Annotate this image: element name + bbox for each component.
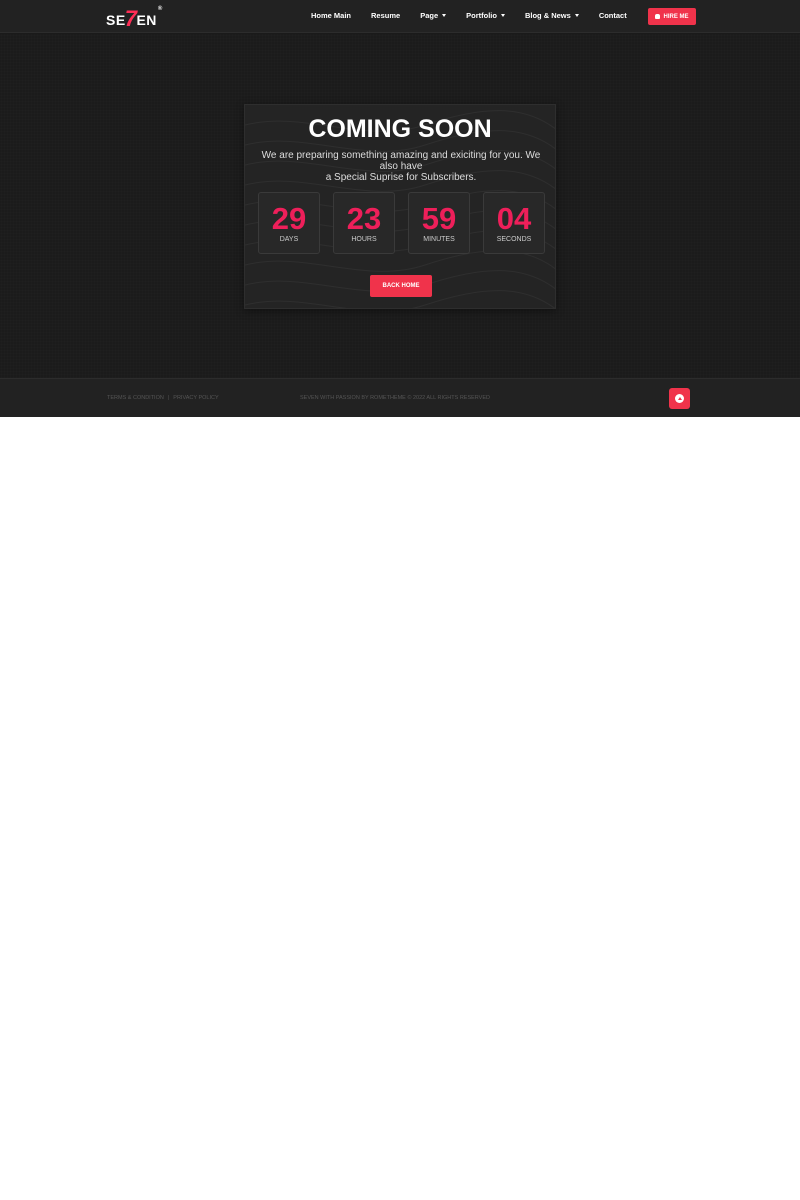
caret-down-icon (442, 14, 447, 17)
logo-text-right: EN (136, 12, 157, 28)
arrow-up-icon (677, 397, 682, 400)
subtitle-line-2: a Special Suprise for Subscribers. (325, 172, 477, 183)
countdown-timer: 29 DAYS 23 HOURS 59 MINUTES 04 SECONDS (258, 192, 545, 254)
scroll-to-top-button[interactable] (669, 388, 690, 409)
nav-item-blog-news[interactable]: Blog & News (525, 11, 579, 20)
footer-links: TERMS & CONDITION | PRIVACY POLICY (107, 395, 219, 401)
nav-item-page[interactable]: Page (420, 11, 447, 20)
page: SE 7 EN ® Home Main Resume Page Portfoli… (0, 0, 800, 417)
site-footer: TERMS & CONDITION | PRIVACY POLICY SEVEN… (0, 378, 800, 417)
hire-me-button[interactable]: HIRE ME (648, 8, 696, 25)
caret-down-icon (574, 14, 579, 17)
site-header: SE 7 EN ® Home Main Resume Page Portfoli… (0, 0, 800, 33)
bell-icon (655, 14, 661, 19)
nav-item-label: Resume (371, 11, 401, 20)
arrow-up-circle-icon (675, 394, 684, 403)
caret-down-icon (500, 14, 505, 17)
copyright-text: SEVEN WITH PASSION BY ROMETHEME © 2022 A… (300, 395, 490, 401)
nav-item-label: Blog & News (524, 11, 571, 20)
countdown-value: 29 (271, 201, 307, 236)
countdown-label: SECONDS (496, 236, 532, 243)
nav-item-contact[interactable]: Contact (599, 11, 627, 20)
nav-item-label: Page (420, 11, 439, 20)
hire-me-label: HIRE ME (663, 13, 689, 20)
countdown-seconds: 04 SECONDS (483, 192, 545, 254)
countdown-label: DAYS (279, 236, 299, 243)
page-title: COMING SOON (308, 115, 492, 143)
countdown-value: 59 (421, 201, 457, 236)
coming-soon-card: COMING SOON We are preparing something a… (244, 104, 556, 309)
nav-item-resume[interactable]: Resume (371, 11, 400, 20)
footer-separator: | (167, 395, 170, 401)
nav-item-label: Portfolio (466, 11, 497, 20)
countdown-days: 29 DAYS (258, 192, 320, 254)
page-subtitle: We are preparing something amazing and e… (257, 150, 545, 183)
site-logo[interactable]: SE 7 EN ® (106, 6, 163, 30)
hero-section: COMING SOON We are preparing something a… (0, 34, 800, 378)
subtitle-line-1: We are preparing something amazing and e… (261, 150, 541, 172)
nav-item-home-main[interactable]: Home Main (311, 11, 351, 20)
main-nav: Home Main Resume Page Portfolio Blog & N… (311, 11, 627, 20)
nav-item-label: Contact (598, 11, 627, 20)
terms-link[interactable]: TERMS & CONDITION (107, 395, 164, 401)
nav-item-label: Home Main (311, 11, 352, 20)
logo-registered-mark: ® (157, 6, 163, 12)
logo-text-left: SE (106, 12, 126, 28)
countdown-label: HOURS (351, 236, 377, 243)
back-home-button[interactable]: BACK HOME (370, 275, 432, 297)
nav-item-portfolio[interactable]: Portfolio (466, 11, 505, 20)
countdown-minutes: 59 MINUTES (408, 192, 470, 254)
countdown-hours: 23 HOURS (333, 192, 395, 254)
countdown-value: 04 (496, 201, 532, 236)
countdown-label: MINUTES (423, 236, 455, 243)
privacy-link[interactable]: PRIVACY POLICY (173, 395, 218, 401)
countdown-value: 23 (346, 201, 382, 236)
